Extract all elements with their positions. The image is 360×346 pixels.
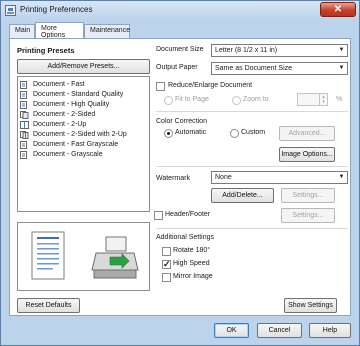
rotate-180-label: Rotate 180°: [173, 247, 211, 254]
ok-button[interactable]: OK: [214, 323, 249, 338]
tab-maintenance[interactable]: Maintenance: [84, 24, 130, 39]
zoom-percent-spinner[interactable]: ▲ ▼: [297, 93, 328, 106]
print-preview: [17, 222, 150, 291]
printing-presets-heading: Printing Presets: [17, 46, 75, 55]
divider: [156, 111, 348, 112]
printing-preferences-window: Printing Preferences ✕ Main More Options…: [0, 0, 360, 346]
grayscale-preset-icon: [20, 141, 27, 149]
custom-label: Custom: [241, 129, 266, 136]
printer-app-icon: [5, 5, 16, 16]
watermark-value: None: [215, 174, 232, 181]
page-preview-icon: [31, 231, 139, 280]
reduce-enlarge-checkbox[interactable]: [156, 82, 165, 91]
preset-label: Document - Standard Quality: [33, 91, 124, 98]
output-paper-select[interactable]: Same as Document Size ▼: [211, 62, 348, 75]
divider: [156, 166, 348, 167]
additional-settings-heading: Additional Settings: [156, 234, 214, 241]
printer-icon: [91, 236, 139, 279]
preset-label: Document - Fast Grayscale: [33, 141, 119, 148]
percent-sign: %: [336, 96, 343, 103]
close-button[interactable]: ✕: [320, 2, 356, 17]
document-size-value: Letter (8 1/2 x 11 in): [215, 47, 278, 54]
chevron-down-icon: ▼: [338, 174, 345, 180]
two-sided-two-up-preset-icon: [20, 131, 29, 139]
cancel-button[interactable]: Cancel: [257, 323, 302, 338]
watermark-label: Watermark: [156, 175, 190, 182]
fit-to-page-radio[interactable]: [164, 96, 173, 105]
two-sided-preset-icon: [20, 111, 29, 119]
document-preset-icon: [20, 81, 27, 89]
document-preset-icon: [20, 101, 27, 109]
fit-to-page-label: Fit to Page: [175, 96, 209, 103]
header-footer-settings-button[interactable]: Settings...: [281, 208, 335, 223]
zoom-to-label: Zoom to: [243, 96, 269, 103]
mirror-image-checkbox[interactable]: [162, 273, 171, 282]
preset-label: Document - Fast: [33, 81, 85, 88]
preset-label: Document - Grayscale: [33, 151, 103, 158]
divider: [156, 228, 348, 229]
document-preset-icon: [20, 91, 27, 99]
preset-label: Document - 2-Sided: [33, 111, 96, 118]
add-delete-watermark-button[interactable]: Add/Delete...: [211, 188, 274, 203]
add-remove-presets-button[interactable]: Add/Remove Presets...: [17, 59, 150, 74]
preset-label: Document - High Quality: [33, 101, 110, 108]
document-size-label: Document Size: [156, 46, 204, 53]
presets-list[interactable]: Document - Fast Document - Standard Qual…: [17, 76, 150, 212]
mirror-image-label: Mirror Image: [173, 273, 213, 280]
chevron-down-icon: ▼: [338, 65, 345, 71]
window-title: Printing Preferences: [20, 5, 93, 14]
help-button[interactable]: Help: [309, 323, 351, 338]
output-paper-value: Same as Document Size: [215, 65, 293, 72]
show-settings-button[interactable]: Show Settings: [284, 298, 337, 313]
document-size-select[interactable]: Letter (8 1/2 x 11 in) ▼: [211, 44, 348, 57]
zoom-to-radio[interactable]: [232, 96, 241, 105]
high-speed-checkbox[interactable]: [162, 259, 171, 270]
image-options-button[interactable]: Image Options...: [279, 147, 335, 162]
automatic-label: Automatic: [175, 129, 207, 136]
title-bar: Printing Preferences ✕: [1, 1, 359, 21]
preset-label: Document - 2-Up: [33, 121, 87, 128]
header-footer-checkbox[interactable]: [154, 211, 163, 220]
reset-defaults-button[interactable]: Reset Defaults: [17, 298, 80, 313]
automatic-radio[interactable]: [164, 129, 173, 138]
spinner-arrows-icon[interactable]: ▲ ▼: [319, 94, 327, 105]
header-footer-label: Header/Footer: [165, 211, 211, 218]
output-paper-label: Output Paper: [156, 64, 198, 71]
two-up-preset-icon: [20, 121, 29, 129]
color-correction-heading: Color Correction: [156, 118, 207, 125]
watermark-settings-button[interactable]: Settings...: [281, 188, 335, 203]
rotate-180-checkbox[interactable]: [162, 247, 171, 256]
chevron-down-icon: ▼: [338, 47, 345, 53]
advanced-button[interactable]: Advanced...: [279, 126, 335, 141]
preset-label: Document - 2-Sided with 2-Up: [33, 131, 127, 138]
grayscale-preset-icon: [20, 151, 27, 159]
tab-main[interactable]: Main: [9, 24, 35, 39]
watermark-select[interactable]: None ▼: [211, 171, 348, 184]
high-speed-label: High Speed: [173, 260, 210, 267]
reduce-enlarge-label: Reduce/Enlarge Document: [168, 82, 253, 89]
custom-radio[interactable]: [230, 129, 239, 138]
